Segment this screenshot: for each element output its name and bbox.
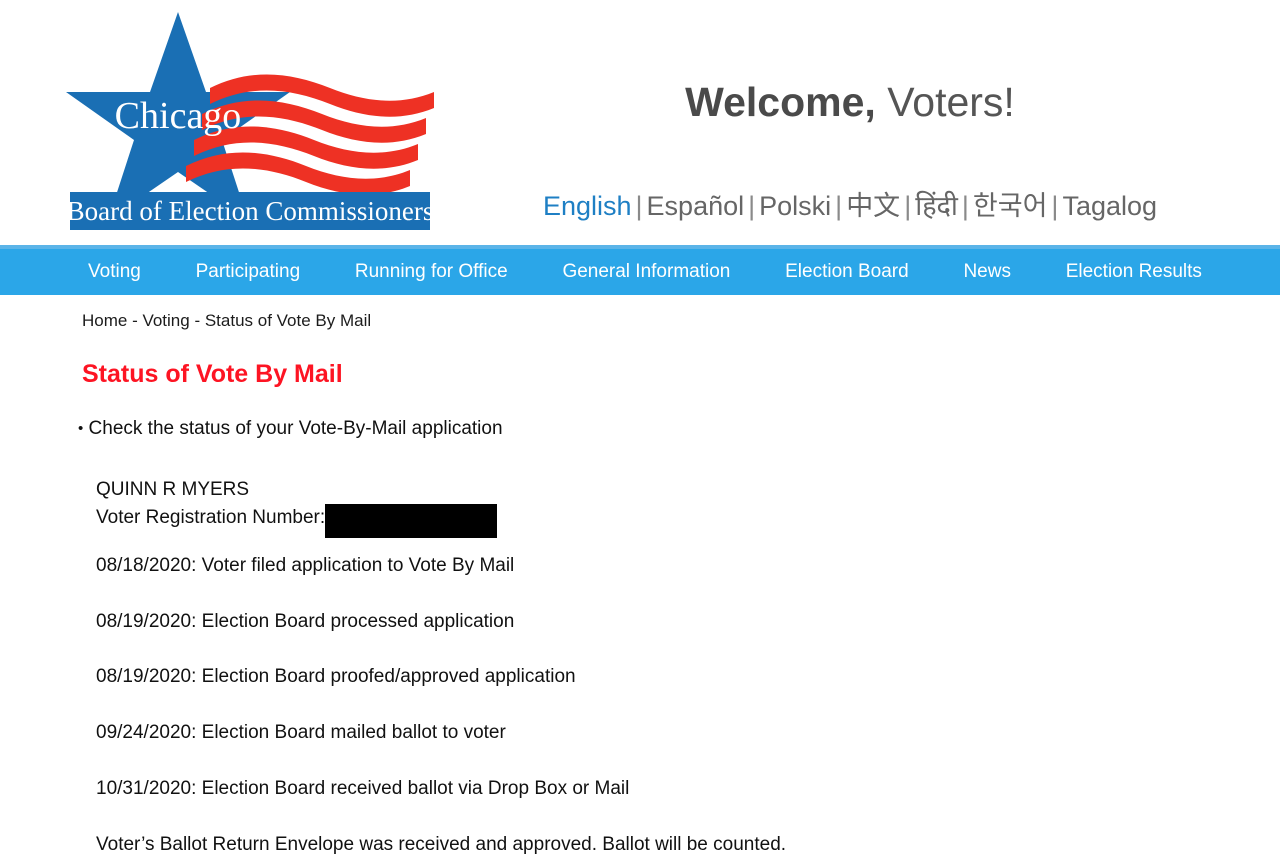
voter-registration-line: Voter Registration Number: [96,503,1280,538]
board-logo[interactable]: Chicago Board of Election Commissioners [60,10,440,235]
language-separator: | [1051,191,1059,221]
voter-registration-label: Voter Registration Number: [96,507,326,529]
bullet-marker-icon: • [78,420,84,438]
nav-item-voting[interactable]: Voting [80,249,149,295]
bullet-item-label: Check the status of your Vote-By-Mail ap… [88,418,503,440]
nav-item-running-for-office[interactable]: Running for Office [347,249,516,295]
voter-name: QUINN R MYERS [96,479,250,501]
voter-registration-redaction [325,503,498,538]
language-separator: | [835,191,843,221]
main-navigation: Voting Participating Running for Office … [0,249,1280,295]
language-link-english[interactable]: English [543,191,632,221]
status-entry: 08/19/2020: Election Board processed app… [96,610,515,632]
main-content: Home - Voting - Status of Vote By Mail S… [0,295,1280,857]
nav-item-participating[interactable]: Participating [188,249,309,295]
welcome-bold-text: Welcome, [685,79,876,125]
language-separator: | [635,191,643,221]
language-link-polski[interactable]: Polski [759,191,831,221]
nav-item-election-board[interactable]: Election Board [777,249,917,295]
nav-item-general-information[interactable]: General Information [554,249,738,295]
language-separator: | [961,191,969,221]
page-title: Status of Vote By Mail [82,360,343,389]
voter-info-block: QUINN R MYERS Voter Registration Number: [0,441,1280,538]
language-separator: | [748,191,756,221]
nav-item-news[interactable]: News [955,249,1019,295]
status-entry: 08/18/2020: Voter filed application to V… [96,554,515,576]
language-link-tagalog[interactable]: Tagalog [1062,191,1157,221]
status-entry: 10/31/2020: Election Board received ball… [96,778,630,800]
breadcrumb: Home - Voting - Status of Vote By Mail [82,311,372,330]
status-entry: 08/19/2020: Election Board proofed/appro… [96,666,576,688]
logo-star-text: Chicago [115,95,242,137]
welcome-regular-text: Voters! [875,79,1015,125]
language-link-hindi[interactable]: हिंदी [915,191,958,221]
language-link-espanol[interactable]: Español [647,191,745,221]
language-selector: English | Español | Polski | 中文 | हिंदी | 한국어 | Taga… [500,190,1200,222]
nav-item-election-results[interactable]: Election Results [1058,249,1210,295]
logo-banner-text: Board of Election Commissioners [67,196,434,226]
language-link-korean[interactable]: 한국어 [973,191,1048,221]
status-timeline: 08/18/2020: Voter filed application to V… [0,531,1280,834]
welcome-title: Welcome, Voters! [500,82,1200,123]
language-separator: | [904,191,912,221]
bullet-item: • Check the status of your Vote-By-Mail … [0,389,1280,441]
final-status-message: Voter’s Ballot Return Envelope was recei… [96,833,787,855]
language-link-chinese[interactable]: 中文 [846,191,900,221]
status-entry: 09/24/2020: Election Board mailed ballot… [96,722,506,744]
page-header: Chicago Board of Election Commissioners … [0,0,1280,245]
